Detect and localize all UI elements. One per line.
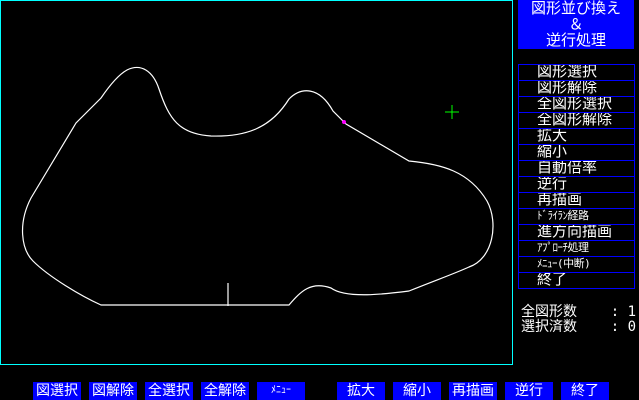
selected-shapes-label: 選択済数 xyxy=(521,319,577,335)
menu-item-menu-abort[interactable]: ﾒﾆｭｰ(中断) xyxy=(519,257,634,273)
command-menu: 図形選択 図形解除 全図形選択 全図形解除 拡大 縮小 自動倍率 逆行 再描画 … xyxy=(518,64,635,289)
menu-item-dry-run-path[interactable]: ﾄﾞﾗｲﾗﾝ経路 xyxy=(519,209,634,225)
fkey-zoom-out[interactable]: 縮小 xyxy=(393,382,441,400)
fkey-select-shape[interactable]: 図選択 xyxy=(33,382,81,400)
title-line-1: 図形並び換え xyxy=(530,0,621,17)
fkey-select-all[interactable]: 全選択 xyxy=(145,382,193,400)
total-shapes-label: 全図形数 xyxy=(521,304,577,320)
total-shapes-separator: : xyxy=(610,304,620,320)
menu-item-select-shape[interactable]: 図形選択 xyxy=(519,65,634,81)
menu-item-select-all[interactable]: 全図形選択 xyxy=(519,97,634,113)
function-key-bar: 図選択 図解除 全選択 全解除 ﾒﾆｭｰ 拡大 縮小 再描画 逆行 終了 xyxy=(0,382,639,400)
menu-item-deselect-all[interactable]: 全図形解除 xyxy=(519,113,634,129)
fkey-exit[interactable]: 終了 xyxy=(561,382,609,400)
menu-item-auto-scale[interactable]: 自動倍率 xyxy=(519,161,634,177)
selected-shapes-row: 選択済数 : 0 xyxy=(521,320,636,335)
menu-item-redraw[interactable]: 再描画 xyxy=(519,193,634,209)
fkey-menu[interactable]: ﾒﾆｭｰ xyxy=(257,382,305,400)
shape-drawing xyxy=(21,66,494,306)
title-line-2: ＆ xyxy=(568,15,584,33)
selection-marker xyxy=(342,120,346,124)
menu-item-exit[interactable]: 終了 xyxy=(519,273,634,288)
fkey-deselect-shape[interactable]: 図解除 xyxy=(89,382,137,400)
fkey-zoom-in[interactable]: 拡大 xyxy=(337,382,385,400)
drawing-canvas[interactable] xyxy=(0,0,513,365)
crosshair-cursor-icon xyxy=(445,105,459,119)
total-shapes-row: 全図形数 : 1 xyxy=(521,305,636,320)
menu-item-zoom-out[interactable]: 縮小 xyxy=(519,145,634,161)
fkey-reverse[interactable]: 逆行 xyxy=(505,382,553,400)
total-shapes-value: 1 xyxy=(627,304,636,320)
fkey-deselect-all[interactable]: 全解除 xyxy=(201,382,249,400)
menu-item-reverse[interactable]: 逆行 xyxy=(519,177,634,193)
menu-item-approach[interactable]: ｱﾌﾟﾛｰﾁ処理 xyxy=(519,241,634,257)
menu-item-direction-draw[interactable]: 進方向描画 xyxy=(519,225,634,241)
title-line-3: 逆行処理 xyxy=(545,31,606,49)
selected-shapes-separator: : xyxy=(610,319,620,335)
shape-stats: 全図形数 : 1 選択済数 : 0 xyxy=(521,305,636,335)
closed-shape-outline[interactable] xyxy=(21,66,494,306)
fkey-redraw[interactable]: 再描画 xyxy=(449,382,497,400)
mode-title: 図形並び換え ＆ 逆行処理 xyxy=(518,0,634,49)
menu-item-zoom-in[interactable]: 拡大 xyxy=(519,129,634,145)
selected-shapes-value: 0 xyxy=(627,319,636,335)
menu-item-deselect-shape[interactable]: 図形解除 xyxy=(519,81,634,97)
